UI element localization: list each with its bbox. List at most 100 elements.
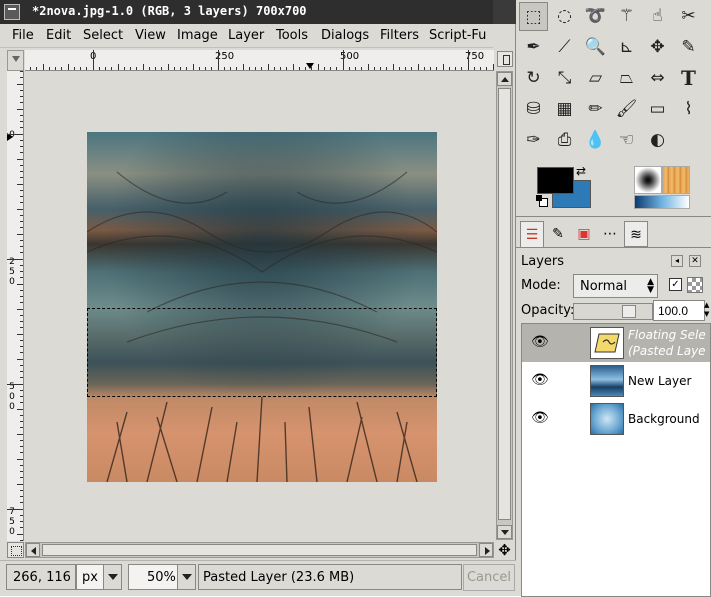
tool-clone[interactable]: ⎙: [550, 126, 579, 155]
cancel-button[interactable]: Cancel: [463, 564, 515, 591]
chevron-down-icon[interactable]: [103, 565, 121, 589]
tab-layers[interactable]: ☰: [520, 221, 544, 247]
image-canvas[interactable]: [87, 132, 437, 482]
tool-rect-select[interactable]: ⬚: [519, 2, 548, 31]
opacity-spin-buttons[interactable]: ▲ ▼: [704, 301, 711, 321]
tool-blend[interactable]: ▦: [550, 95, 579, 124]
tool-ellipse-select[interactable]: ◌: [550, 2, 579, 31]
pattern-indicator[interactable]: [662, 166, 690, 194]
horizontal-scroll-thumb[interactable]: [42, 544, 477, 556]
opacity-slider-handle[interactable]: [622, 305, 636, 318]
eye-icon[interactable]: 👁: [531, 411, 549, 425]
zoom-select[interactable]: 50%: [128, 564, 196, 590]
scroll-up-button[interactable]: [497, 72, 512, 86]
menu-dialogs[interactable]: Dialogs: [321, 28, 369, 43]
tool-dodge-burn[interactable]: ◐: [643, 126, 672, 155]
scroll-right-button[interactable]: [479, 543, 493, 557]
tool-bucket-fill[interactable]: ⛁: [519, 95, 548, 124]
ruler-tick: [20, 71, 23, 72]
tool-ink[interactable]: ✑: [519, 126, 548, 155]
navigate-move-icon[interactable]: ✥: [496, 542, 513, 558]
layer-row-new-layer[interactable]: 👁 New Layer: [522, 362, 710, 400]
canvas-area[interactable]: [26, 72, 494, 540]
navigate-icon[interactable]: [497, 51, 513, 67]
vertical-scrollbar[interactable]: [496, 71, 513, 540]
opacity-field[interactable]: [653, 300, 705, 321]
tool-scissors[interactable]: ✂: [674, 2, 703, 31]
move-icon: ✥: [650, 37, 665, 57]
menu-filters[interactable]: Filters: [380, 28, 419, 43]
eye-icon[interactable]: 👁: [531, 335, 549, 349]
tool-paintbrush[interactable]: 🖌: [612, 95, 641, 124]
tool-zoom[interactable]: 🔍: [581, 33, 610, 62]
default-colors-icon[interactable]: [536, 195, 548, 207]
desktop-strip: [493, 0, 516, 24]
tool-measure[interactable]: ⊾: [612, 33, 641, 62]
ruler-tick: [20, 165, 23, 166]
vertical-scroll-thumb[interactable]: [498, 88, 511, 520]
tool-rotate[interactable]: ↻: [519, 64, 548, 93]
measure-icon: ⊾: [619, 37, 634, 57]
gradient-indicator[interactable]: [634, 195, 690, 209]
menu-tools[interactable]: Tools: [276, 28, 308, 43]
tab-stack[interactable]: ≋: [624, 221, 648, 247]
keep-transparency-checkbox[interactable]: ✓: [669, 278, 682, 291]
tool-fuzzy-select[interactable]: ⚚: [612, 2, 641, 31]
tool-smudge[interactable]: ☜: [612, 126, 641, 155]
tool-free-select[interactable]: ➰: [581, 2, 610, 31]
swap-colors-icon[interactable]: ⇄: [576, 164, 586, 178]
quick-mask-toggle[interactable]: [7, 542, 24, 558]
foreground-color-swatch[interactable]: [537, 167, 574, 194]
ruler-tick: [17, 459, 23, 460]
tool-flip[interactable]: ⇔: [643, 64, 672, 93]
eye-icon[interactable]: 👁: [531, 373, 549, 387]
vertical-ruler[interactable]: 0 250 500 750: [7, 71, 24, 541]
tool-eraser[interactable]: ▭: [643, 95, 672, 124]
brush-indicator[interactable]: [634, 166, 662, 194]
tab-channels[interactable]: ✎: [546, 221, 570, 247]
opacity-slider[interactable]: [573, 303, 653, 320]
tool-text[interactable]: T: [674, 64, 703, 93]
dock-menu-button[interactable]: ◂: [671, 255, 683, 267]
menu-layer[interactable]: Layer: [228, 28, 264, 43]
window-menu-button[interactable]: [4, 4, 20, 20]
horizontal-scrollbar[interactable]: [25, 542, 494, 558]
tool-pencil[interactable]: ✏: [581, 95, 610, 124]
layer-row-background[interactable]: 👁 Background: [522, 400, 710, 438]
horizontal-ruler[interactable]: 0 250 500 750: [25, 50, 494, 71]
mode-select[interactable]: Normal ▲ ▼: [573, 274, 658, 298]
tool-airbrush[interactable]: ⌇: [674, 95, 703, 124]
chevron-down-icon[interactable]: [177, 565, 195, 589]
tab-undo[interactable]: ⋯: [598, 221, 622, 247]
ruler-tick: [20, 327, 23, 328]
ruler-tick: [20, 77, 23, 78]
selection-marquee[interactable]: [87, 308, 437, 397]
scroll-down-button[interactable]: [497, 525, 512, 539]
layers-list[interactable]: 👁 Floating Sele (Pasted Laye 👁 New Layer…: [521, 323, 711, 597]
menu-edit[interactable]: Edit: [46, 28, 71, 43]
ruler-tick: [20, 221, 23, 222]
layer-row-floating[interactable]: 👁 Floating Sele (Pasted Laye: [522, 324, 710, 362]
ruler-tick: [399, 67, 400, 70]
tool-convolve[interactable]: 💧: [581, 126, 610, 155]
unit-select[interactable]: px: [76, 564, 122, 590]
tab-paths[interactable]: ▣: [572, 221, 596, 247]
tool-crop[interactable]: ✎: [674, 33, 703, 62]
tool-move[interactable]: ✥: [643, 33, 672, 62]
tool-perspective[interactable]: ⏢: [612, 64, 641, 93]
tool-shear[interactable]: ▱: [581, 64, 610, 93]
scroll-left-button[interactable]: [26, 543, 40, 557]
image-menu-arrow-button[interactable]: [7, 50, 24, 71]
tool-color-picker[interactable]: ⟋: [550, 33, 579, 62]
tool-paths[interactable]: ✒: [519, 33, 548, 62]
dock-close-button[interactable]: ✕: [689, 255, 701, 267]
tool-color-select[interactable]: ☝: [643, 2, 672, 31]
menu-script-fu[interactable]: Script-Fu: [429, 28, 486, 43]
menu-image[interactable]: Image: [177, 28, 218, 43]
menu-select[interactable]: Select: [83, 28, 123, 43]
ruler-tick: [7, 384, 23, 385]
menu-file[interactable]: File: [12, 28, 34, 43]
tool-scale[interactable]: ⤡: [550, 64, 579, 93]
menu-view[interactable]: View: [135, 28, 166, 43]
ruler-tick: [20, 296, 23, 297]
